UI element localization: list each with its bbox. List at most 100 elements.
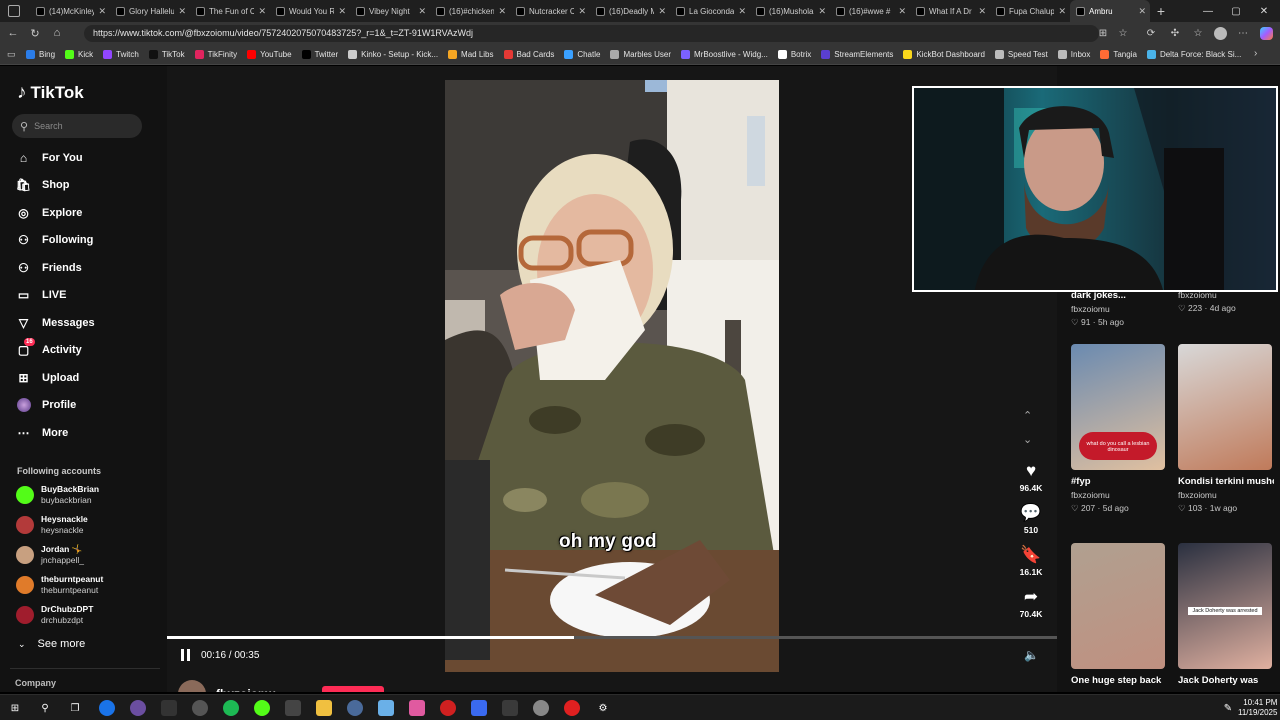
author-name[interactable]: fbxzoiomu <box>216 687 276 692</box>
apps-icon[interactable]: ⊞ <box>1095 25 1111 41</box>
nav-item-following[interactable]: ⚇ Following <box>16 233 93 248</box>
close-tab-icon[interactable]: ✕ <box>258 6 266 17</box>
follow-button[interactable] <box>322 686 384 692</box>
following-account[interactable]: DrChubzDPT drchubzdpt <box>16 604 93 626</box>
close-tab-icon[interactable]: ✕ <box>338 6 346 17</box>
browser-tab[interactable]: (16)#wwe # ✕ <box>830 0 910 22</box>
browser-tab[interactable]: La Gioconda ✕ <box>670 0 750 22</box>
browser-tab[interactable]: Nutcracker C ✕ <box>510 0 590 22</box>
nav-item-activity[interactable]: ▢ 16 Activity <box>16 337 82 358</box>
close-tab-icon[interactable]: ✕ <box>178 6 186 17</box>
nav-item-upload[interactable]: ⊞ Upload <box>16 370 79 385</box>
app-icon[interactable] <box>564 700 580 716</box>
app-icon[interactable] <box>378 700 394 716</box>
video-thumbnail[interactable]: Jack Doherty was arrested <box>1178 543 1272 669</box>
back-icon[interactable]: ← <box>2 22 24 44</box>
company-link[interactable]: Company <box>15 678 56 688</box>
bookmark-link[interactable]: Botrix <box>777 49 811 59</box>
close-tab-icon[interactable]: ✕ <box>898 6 906 17</box>
settings-gear-icon[interactable]: ⚙ <box>595 700 611 716</box>
url-input[interactable]: https://www.tiktok.com/@fbxzoiomu/video/… <box>84 25 1099 42</box>
task-view-icon[interactable]: ❐ <box>67 700 83 716</box>
bookmark-link[interactable]: Marbles User <box>610 49 671 59</box>
video-author[interactable]: fbxzoiomu <box>178 680 276 692</box>
browser-tab[interactable]: Vibey Night ✕ <box>350 0 430 22</box>
close-tab-icon[interactable]: ✕ <box>98 6 106 17</box>
app-icon[interactable] <box>130 700 146 716</box>
maximize-icon[interactable]: ▢ <box>1222 0 1250 22</box>
related-video-card[interactable]: Kondisi terkini mushola PONPES A... fbxzo… <box>1178 344 1274 514</box>
close-tab-icon[interactable]: ✕ <box>1058 6 1066 17</box>
copilot-icon[interactable] <box>1258 25 1274 41</box>
related-video-card[interactable]: what do you call a lesbian dinosaur #fyp f… <box>1071 344 1167 514</box>
search-icon[interactable]: ⚲ <box>37 700 53 716</box>
reload-icon[interactable]: ↻ <box>24 22 46 44</box>
app-icon[interactable] <box>440 700 456 716</box>
bookmark-link[interactable]: TikFinity <box>194 49 237 59</box>
bookmark-link[interactable]: Delta Force: Black Si... <box>1146 49 1241 59</box>
bookmark-link[interactable]: Bad Cards <box>503 49 554 59</box>
related-video-card[interactable]: Jack Doherty was arrested Jack Doherty wa… <box>1178 543 1274 689</box>
see-more-button[interactable]: ⌄ See more <box>18 638 85 650</box>
close-tab-icon[interactable]: ✕ <box>498 6 506 17</box>
close-tab-icon[interactable]: ✕ <box>738 6 746 17</box>
app-icon[interactable] <box>533 700 549 716</box>
browser-tab[interactable]: (16)Mushola ✕ <box>750 0 830 22</box>
browser-tab[interactable]: Would You R ✕ <box>270 0 350 22</box>
video-thumbnail[interactable]: what do you call a lesbian dinosaur <box>1071 344 1165 470</box>
system-clock[interactable]: 10:41 PM 11/19/2025 <box>1238 698 1277 718</box>
profile-avatar-icon[interactable] <box>1212 25 1228 41</box>
following-account[interactable]: Heysnackle heysnackle <box>16 514 88 536</box>
bookmark-link[interactable]: Inbox <box>1057 49 1090 59</box>
app-icon[interactable] <box>471 700 487 716</box>
windows-start-icon[interactable]: ⊞ <box>7 700 23 716</box>
browser-tab[interactable]: (16)Deadly M ✕ <box>590 0 670 22</box>
browser-tab[interactable]: Glory Hallelu ✕ <box>110 0 190 22</box>
related-video-author[interactable]: fbxzoiomu <box>1178 490 1274 500</box>
edge-icon[interactable] <box>99 700 115 716</box>
browser-tab[interactable]: Fupa Chalup ✕ <box>990 0 1070 22</box>
bookmark-link[interactable]: Kick <box>65 49 93 59</box>
app-icon[interactable] <box>161 700 177 716</box>
close-tab-icon[interactable]: ✕ <box>978 6 986 17</box>
browser-tab[interactable]: Ambru ✕ <box>1070 0 1150 22</box>
bookmark-link[interactable]: Chatle <box>564 49 600 59</box>
bookmark-link[interactable]: Bing <box>26 49 55 59</box>
video-player[interactable] <box>445 80 779 672</box>
favorite-star-icon[interactable]: ☆ <box>1115 25 1131 41</box>
bookmark-link[interactable]: TikTok <box>148 49 185 59</box>
pause-icon[interactable] <box>181 649 193 661</box>
related-video-card[interactable]: One huge step back <box>1071 543 1167 689</box>
pen-icon[interactable]: ✎ <box>1220 700 1236 716</box>
bookmark-link[interactable]: Tangia <box>1100 49 1137 59</box>
kick-icon[interactable] <box>254 700 270 716</box>
menu-icon[interactable]: ⋯ <box>1235 25 1251 41</box>
following-account[interactable]: theburntpeanut theburntpeanut <box>16 574 103 596</box>
file-explorer-icon[interactable] <box>316 700 332 716</box>
tiktok-logo[interactable]: ♪ TikTok <box>17 82 84 104</box>
nav-item-shop[interactable]: 🛍 Shop <box>16 178 70 193</box>
next-video-icon[interactable]: ⌄ <box>1023 433 1032 446</box>
close-tab-icon[interactable]: ✕ <box>578 6 586 17</box>
bookmark-link[interactable]: StreamElements <box>821 49 893 59</box>
browser-tab[interactable]: What If A Dr ✕ <box>910 0 990 22</box>
related-video-card[interactable]: fbxzoiomu ♡ 223 · 4d ago <box>1178 290 1274 314</box>
browser-tab[interactable]: The Fun of C ✕ <box>190 0 270 22</box>
close-tab-icon[interactable]: ✕ <box>658 6 666 17</box>
nav-item-profile[interactable]: ● Profile <box>16 398 76 413</box>
following-account[interactable]: BuyBackBrian buybackbrian <box>16 484 99 506</box>
obs-icon[interactable] <box>192 700 208 716</box>
bookmark-link[interactable]: MrBoostlive - Widg... <box>681 49 768 59</box>
nav-item-explore[interactable]: ◎ Explore <box>16 205 82 220</box>
previous-video-icon[interactable]: ⌃ <box>1023 409 1032 422</box>
bookmark-link[interactable]: Twitter <box>301 49 338 59</box>
app-icon[interactable] <box>347 700 363 716</box>
heart-button[interactable]: ♥ 96.4K <box>1014 461 1048 493</box>
author-avatar[interactable] <box>178 680 206 692</box>
following-account[interactable]: Jordan 🤸 jnchappell_ <box>16 544 84 566</box>
app-icon[interactable] <box>502 700 518 716</box>
share-button[interactable]: ➦ 70.4K <box>1014 587 1048 619</box>
close-tab-icon[interactable]: ✕ <box>1138 6 1146 17</box>
home-icon[interactable]: ⌂ <box>46 22 68 44</box>
video-thumbnail[interactable] <box>1178 344 1272 470</box>
